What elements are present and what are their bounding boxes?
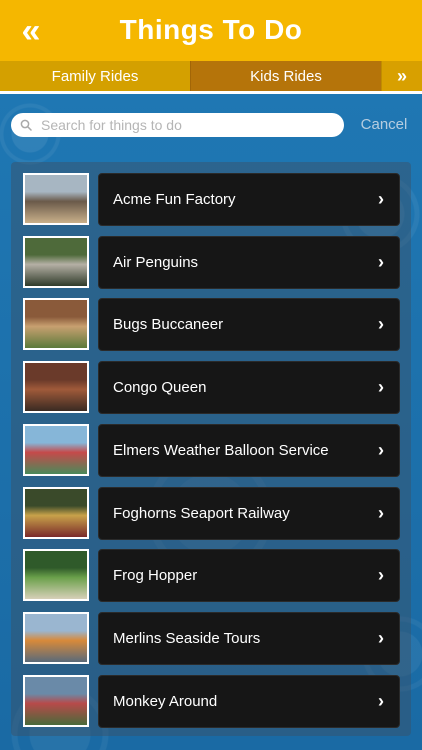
ride-photo xyxy=(25,676,87,725)
ride-button[interactable]: Bugs Buccaneer › xyxy=(98,298,400,352)
ride-photo xyxy=(25,175,87,223)
tab-label: Kids Rides xyxy=(250,67,322,85)
ride-button[interactable]: Monkey Around › xyxy=(98,674,400,728)
ride-name: Elmers Weather Balloon Service xyxy=(113,441,329,459)
ride-photo xyxy=(25,363,87,412)
chevron-right-icon: › xyxy=(378,565,384,586)
list-item[interactable]: Foghorns Seaport Railway › xyxy=(11,476,411,540)
ride-photo xyxy=(25,551,87,600)
chevron-right-icon: › xyxy=(378,439,384,460)
ride-thumbnail xyxy=(23,486,89,539)
ride-name: Foghorns Seaport Railway xyxy=(113,504,290,522)
search-box xyxy=(11,113,344,137)
list-item[interactable]: Bugs Buccaneer › xyxy=(11,287,411,352)
double-chevron-right-icon: » xyxy=(396,65,407,86)
ride-thumbnail xyxy=(23,611,89,664)
ride-thumbnail xyxy=(23,173,89,225)
search-input[interactable] xyxy=(41,113,344,137)
ride-thumbnail xyxy=(23,298,89,351)
ride-name: Congo Queen xyxy=(113,379,207,397)
chevron-right-icon: › xyxy=(378,189,384,209)
ride-thumbnail xyxy=(23,423,89,476)
cancel-button[interactable]: Cancel xyxy=(352,116,416,133)
rides-list: Acme Fun Factory › Air Penguins › Bugs Bucca… xyxy=(11,162,411,736)
page-title: Things To Do xyxy=(119,14,303,45)
list-item[interactable]: Elmers Weather Balloon Service › xyxy=(11,413,411,477)
list-item[interactable]: Monkey Around › xyxy=(11,664,411,728)
chevron-right-icon: › xyxy=(378,377,384,398)
search-icon xyxy=(11,113,41,137)
ride-name: Acme Fun Factory xyxy=(113,191,236,208)
tabs-more-button[interactable]: » xyxy=(381,61,422,91)
ride-thumbnail xyxy=(23,549,89,602)
tab-family-rides[interactable]: Family Rides xyxy=(0,61,190,91)
tab-kids-rides[interactable]: Kids Rides xyxy=(190,61,381,91)
ride-photo xyxy=(25,300,87,349)
chevron-right-icon: › xyxy=(378,314,384,335)
ride-name: Frog Hopper xyxy=(113,567,198,585)
ride-thumbnail xyxy=(23,235,89,288)
header-bar: « Things To Do xyxy=(0,0,422,61)
list-item[interactable]: Acme Fun Factory › xyxy=(11,162,411,226)
ride-button[interactable]: Elmers Weather Balloon Service › xyxy=(98,423,400,477)
ride-photo xyxy=(25,237,87,286)
ride-button[interactable]: Acme Fun Factory › xyxy=(98,173,400,226)
tab-label: Family Rides xyxy=(51,67,139,85)
list-item[interactable]: Frog Hopper › xyxy=(11,538,411,603)
ride-photo xyxy=(25,613,87,662)
ride-thumbnail xyxy=(23,361,89,414)
chevron-right-icon: › xyxy=(378,627,384,648)
ride-button[interactable]: Merlins Seaside Tours › xyxy=(98,611,400,665)
ride-photo xyxy=(25,425,87,474)
chevron-right-icon: › xyxy=(378,690,384,711)
ride-button[interactable]: Foghorns Seaport Railway › xyxy=(98,486,400,540)
list-item[interactable]: Merlins Seaside Tours › xyxy=(11,601,411,665)
ride-button[interactable]: Air Penguins › xyxy=(98,235,400,289)
ride-thumbnail xyxy=(23,674,89,727)
ride-button[interactable]: Congo Queen › xyxy=(98,361,400,415)
ride-name: Air Penguins xyxy=(113,253,199,271)
ride-button[interactable]: Frog Hopper › xyxy=(98,549,400,603)
list-item[interactable]: Air Penguins › xyxy=(11,225,411,289)
tab-bar: Family Rides Kids Rides » xyxy=(0,61,422,91)
chevron-right-icon: › xyxy=(378,251,384,272)
ride-photo xyxy=(25,488,87,537)
chevron-right-icon: › xyxy=(378,502,384,523)
ride-name: Merlins Seaside Tours xyxy=(113,629,261,647)
search-bar: Cancel xyxy=(0,110,422,142)
ride-name: Bugs Buccaneer xyxy=(113,316,224,334)
list-item[interactable]: Congo Queen › xyxy=(11,350,411,415)
ride-name: Monkey Around xyxy=(113,692,218,710)
